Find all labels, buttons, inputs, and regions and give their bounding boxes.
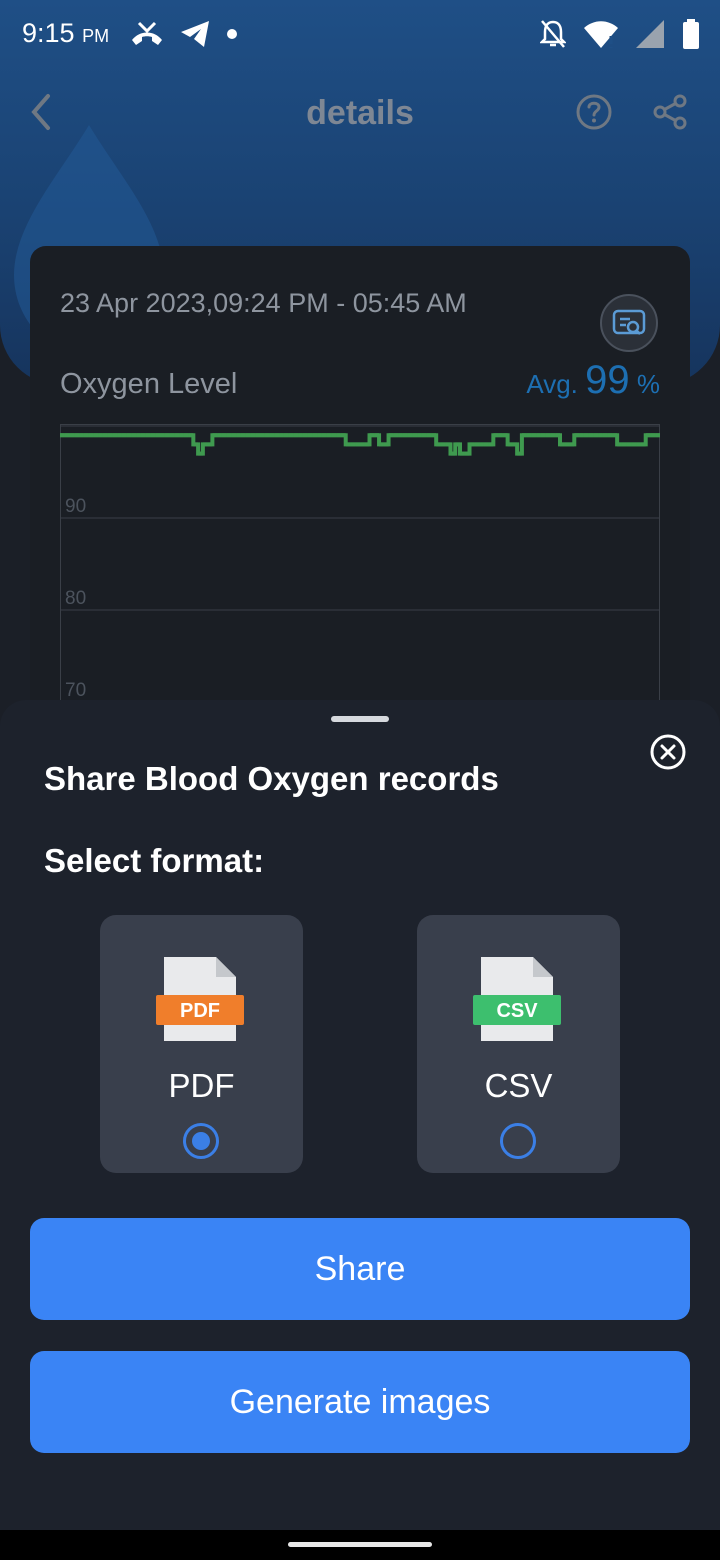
option-label-csv: CSV xyxy=(484,1067,553,1104)
generate-images-button[interactable]: Generate images xyxy=(30,1351,690,1453)
option-label-pdf: PDF xyxy=(168,1067,235,1104)
share-button[interactable]: Share xyxy=(30,1218,690,1320)
navigation-bar xyxy=(0,1530,720,1560)
screen: 9:15 PM details 23 Apr 2023,09:24 PM - 0… xyxy=(0,0,720,1560)
csv-badge-text: CSV xyxy=(496,1000,538,1022)
format-option-csv[interactable]: CSV CSV xyxy=(417,915,620,1173)
pdf-badge-text: PDF xyxy=(180,1000,220,1022)
radio-pdf-selected[interactable] xyxy=(183,1123,219,1159)
close-button[interactable] xyxy=(648,732,688,772)
close-circle-icon xyxy=(650,734,686,770)
csv-file-icon: CSV xyxy=(473,957,561,1041)
sheet-drag-handle[interactable] xyxy=(331,716,389,722)
radio-csv[interactable] xyxy=(500,1123,536,1159)
sheet-title: Share Blood Oxygen records xyxy=(44,760,499,797)
share-bottom-sheet: Share Blood Oxygen records Select format… xyxy=(0,700,720,1530)
radio-dot xyxy=(192,1132,210,1150)
format-option-pdf[interactable]: PDF PDF xyxy=(100,915,303,1173)
home-gesture-pill[interactable] xyxy=(288,1542,432,1547)
pdf-file-icon: PDF xyxy=(156,957,244,1041)
format-label: Select format: xyxy=(44,842,265,879)
